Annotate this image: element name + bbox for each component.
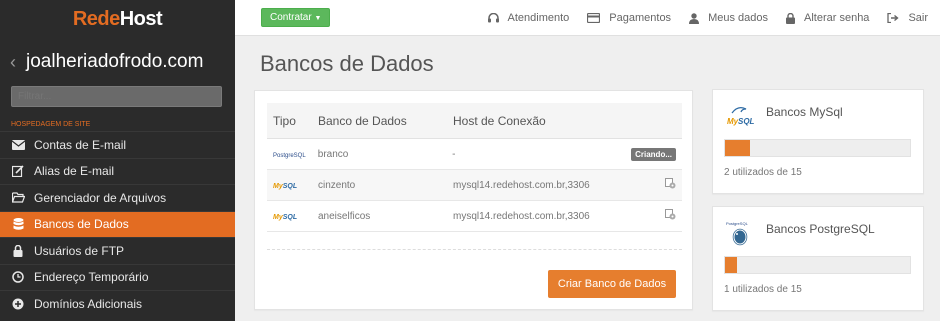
topbar: Contratar ▼ Atendimento Pagamentos Meus … xyxy=(235,0,940,36)
headset-icon xyxy=(487,13,499,23)
sidebar-item-contas-email[interactable]: Contas de E-mail xyxy=(0,131,235,158)
user-icon xyxy=(689,12,700,24)
svg-text:SQL: SQL xyxy=(738,117,754,126)
table-row: MySQL cinzento mysql14.redehost.com.br,3… xyxy=(267,170,682,201)
sidebar-item-label: Domínios Adicionais xyxy=(34,296,143,311)
caret-down-icon: ▼ xyxy=(314,15,322,22)
mysql-dolphin-icon: My SQL xyxy=(726,103,755,127)
sign-out-icon xyxy=(887,13,900,23)
sidebar-menu: Contas de E-mail Alias de E-mail Gerenci… xyxy=(0,131,235,317)
nav-label: Meus dados xyxy=(708,12,768,24)
postgresql-stats-panel: PostgreSQL Bancos PostgreSQL 1 utilizado… xyxy=(712,206,924,311)
mysql-logo: MySQL xyxy=(273,182,298,190)
cell-banco: aneiselficos xyxy=(318,210,371,222)
header-tipo: Tipo xyxy=(273,113,296,128)
logo-rede: Rede xyxy=(72,7,120,30)
nav-label: Alterar senha xyxy=(804,12,870,24)
header-host: Host de Conexão xyxy=(453,113,546,128)
sidebar-item-gerenciador[interactable]: Gerenciador de Arquivos xyxy=(0,184,235,211)
cell-banco: cinzento xyxy=(318,179,356,191)
chevron-left-icon[interactable]: ‹ xyxy=(10,52,16,73)
cell-host: mysql14.redehost.com.br,3306 xyxy=(453,179,590,191)
site-name: joalheriadofrodo.com xyxy=(26,51,204,72)
logo-host: Host xyxy=(119,7,163,30)
nav-label: Pagamentos xyxy=(609,12,672,24)
sidebar-item-label: Endereço Temporário xyxy=(34,270,149,285)
edit-icon xyxy=(11,164,25,178)
database-icon xyxy=(11,217,25,231)
credit-card-icon xyxy=(587,13,601,23)
divider xyxy=(267,249,682,250)
sidebar-item-endereco-temporario[interactable]: Endereço Temporário xyxy=(0,263,235,291)
cell-host: mysql14.redehost.com.br,3306 xyxy=(453,210,590,222)
cell-banco: branco xyxy=(317,148,349,160)
nav-label: Atendimento xyxy=(507,12,570,24)
cell-host: - xyxy=(452,148,456,160)
postgresql-logo: PostgreSQL xyxy=(273,152,306,159)
mysql-stats-title: Bancos MySql xyxy=(766,105,843,119)
svg-text:PostgreSQL: PostgreSQL xyxy=(726,221,749,226)
svg-text:My: My xyxy=(727,117,739,126)
contratar-button[interactable]: Contratar ▼ xyxy=(261,8,331,27)
nav-sair[interactable]: Sair xyxy=(887,12,928,24)
sidebar-item-label: Contas de E-mail xyxy=(34,137,127,152)
contratar-label: Contratar xyxy=(270,12,312,23)
plus-circle-icon xyxy=(11,297,25,311)
top-nav: Atendimento Pagamentos Meus dados Altera… xyxy=(487,0,940,36)
header-banco: Banco de Dados xyxy=(318,113,407,128)
lock-icon xyxy=(11,244,25,258)
postgresql-stats-title: Bancos PostgreSQL xyxy=(766,222,875,236)
site-selector[interactable]: ‹ joalheriadofrodo.com xyxy=(0,38,235,86)
databases-table: Tipo Banco de Dados Host de Conexão Post… xyxy=(267,103,682,232)
mysql-progress-fill xyxy=(725,140,750,156)
lock-icon xyxy=(786,12,795,24)
table-row: MySQL aneiselficos mysql14.redehost.com.… xyxy=(267,201,682,232)
mysql-stats-panel: My SQL Bancos MySql 2 utilizados de 15 xyxy=(712,89,924,194)
section-title: HOSPEDAGEM DE SITE xyxy=(11,121,91,128)
nav-pagamentos[interactable]: Pagamentos xyxy=(587,12,671,24)
postgresql-progress-fill xyxy=(725,257,738,273)
status-badge: Criando... xyxy=(631,147,676,161)
sidebar-item-label: Alias de E-mail xyxy=(34,164,115,179)
sidebar-item-ftp[interactable]: Usuários de FTP xyxy=(0,237,235,264)
sidebar: RedeHost ‹ joalheriadofrodo.com HOSPEDAG… xyxy=(0,0,235,321)
logo[interactable]: Rede Host xyxy=(0,0,235,38)
envelope-icon xyxy=(11,138,25,152)
postgresql-usage-caption: 1 utilizados de 15 xyxy=(724,284,802,295)
nav-alterar-senha[interactable]: Alterar senha xyxy=(786,12,869,24)
postgresql-progress-bar xyxy=(724,256,911,274)
create-database-button[interactable]: Criar Banco de Dados xyxy=(548,270,676,298)
sidebar-item-label: Gerenciador de Arquivos xyxy=(34,190,167,205)
page-title: Bancos de Dados xyxy=(260,51,434,76)
mysql-logo: MySQL xyxy=(273,213,298,221)
sidebar-item-dominios[interactable]: Domínios Adicionais xyxy=(0,290,235,317)
postgresql-elephant-icon: PostgreSQL xyxy=(726,220,754,247)
db-settings-icon[interactable] xyxy=(665,209,676,223)
databases-panel: Tipo Banco de Dados Host de Conexão Post… xyxy=(254,90,693,310)
nav-atendimento[interactable]: Atendimento xyxy=(487,12,570,24)
mysql-progress-bar xyxy=(724,139,911,157)
sidebar-item-label: Bancos de Dados xyxy=(34,217,129,232)
sidebar-item-label: Usuários de FTP xyxy=(34,243,125,258)
clock-icon xyxy=(11,270,25,284)
folder-open-icon xyxy=(11,191,25,205)
sidebar-item-alias-email[interactable]: Alias de E-mail xyxy=(0,157,235,185)
filter-input[interactable] xyxy=(11,86,222,107)
table-row: PostgreSQL branco - Criando... xyxy=(267,139,682,170)
nav-label: Sair xyxy=(908,12,928,24)
db-settings-icon[interactable] xyxy=(665,178,676,192)
mysql-usage-caption: 2 utilizados de 15 xyxy=(724,167,802,178)
sidebar-item-bancos-dados[interactable]: Bancos de Dados xyxy=(0,210,235,237)
table-body: PostgreSQL branco - Criando... MySQL cin… xyxy=(267,139,682,232)
nav-meus-dados[interactable]: Meus dados xyxy=(689,12,768,24)
table-header: Tipo Banco de Dados Host de Conexão xyxy=(267,103,682,139)
